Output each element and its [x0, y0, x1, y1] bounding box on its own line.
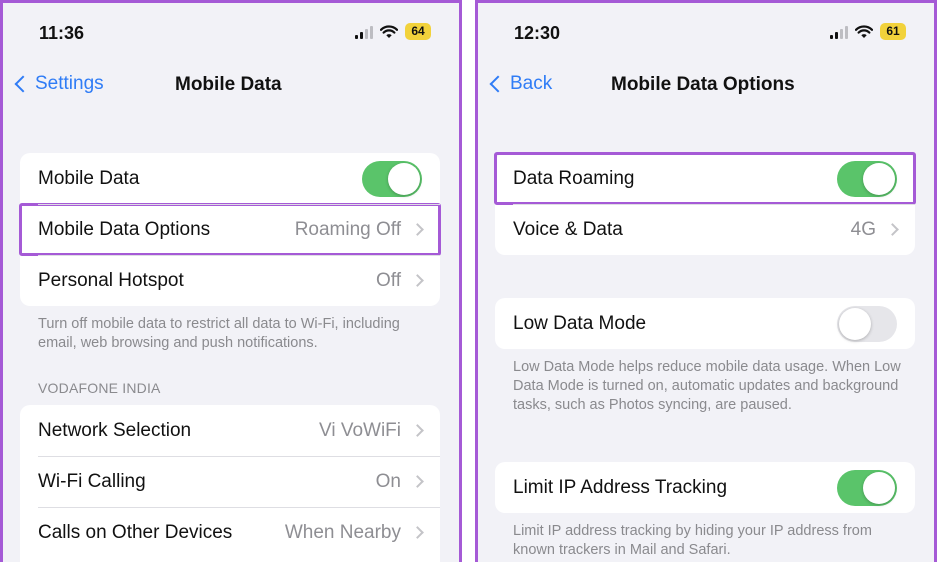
status-icons: 61 — [830, 23, 906, 40]
mobile-data-footnote: Turn off mobile data to restrict all dat… — [38, 316, 400, 351]
calls-other-devices-row[interactable]: Calls on Other Devices When Nearby — [20, 507, 440, 558]
chevron-right-icon — [411, 526, 424, 539]
status-time: 11:36 — [39, 23, 85, 43]
back-label: Back — [510, 73, 553, 94]
signal-icon — [830, 25, 848, 39]
mobile-data-toggle[interactable] — [362, 160, 422, 197]
row-value: Roaming Off — [294, 218, 401, 240]
row-label: Mobile Data — [38, 167, 140, 189]
row-value: Vi VoWiFi — [318, 419, 401, 441]
status-icons: 64 — [355, 23, 431, 40]
row-label: Voice & Data — [513, 218, 623, 240]
battery-icon: 64 — [405, 23, 431, 40]
chevron-right-icon — [411, 274, 424, 287]
row-value: Off — [376, 269, 401, 291]
mobile-data-row: Mobile Data — [20, 153, 440, 204]
low-data-mode-toggle[interactable] — [837, 305, 897, 342]
low-data-footnote: Low Data Mode helps reduce mobile data u… — [513, 359, 901, 413]
row-label: Mobile Data Options — [38, 218, 211, 240]
low-data-mode-row: Low Data Mode — [495, 298, 915, 349]
back-label: Settings — [35, 73, 104, 94]
limit-ip-toggle[interactable] — [837, 469, 897, 506]
wifi-calling-row[interactable]: Wi-Fi Calling On — [20, 456, 440, 507]
roaming-group: Data Roaming Voice & Data 4G — [494, 152, 916, 255]
low-data-group: Low Data Mode — [495, 298, 915, 349]
row-label: Network Selection — [38, 419, 192, 441]
data-roaming-row: Data Roaming — [494, 152, 916, 205]
back-button[interactable]: Settings — [11, 73, 104, 95]
limit-ip-footnote: Limit IP address tracking by hiding your… — [513, 523, 872, 558]
back-button[interactable]: Back — [486, 73, 552, 95]
row-label: Data Roaming — [513, 167, 635, 189]
row-value: 4G — [850, 218, 876, 240]
page-title: Mobile Data Options — [611, 74, 795, 95]
chevron-left-icon — [489, 75, 507, 93]
row-label: Personal Hotspot — [38, 269, 184, 291]
carrier-group: Network Selection Vi VoWiFi Wi-Fi Callin… — [20, 405, 440, 562]
limit-ip-group: Limit IP Address Tracking — [495, 462, 915, 513]
row-label: Wi-Fi Calling — [38, 470, 146, 492]
status-time: 12:30 — [514, 23, 561, 43]
wifi-icon — [380, 24, 398, 38]
data-roaming-toggle[interactable] — [837, 160, 897, 197]
network-selection-row[interactable]: Network Selection Vi VoWiFi — [20, 405, 440, 456]
mobile-data-group: Mobile Data Mobile Data Options Roaming … — [19, 153, 441, 306]
chevron-left-icon — [14, 75, 32, 93]
mobile-data-screen: 11:36 64 Settings Mobile Data Mobile Dat… — [0, 0, 462, 562]
chevron-right-icon — [411, 223, 424, 236]
personal-hotspot-row[interactable]: Personal Hotspot Off — [20, 255, 440, 306]
row-value: When Nearby — [284, 521, 401, 543]
signal-icon — [355, 25, 373, 39]
row-label: Limit IP Address Tracking — [513, 476, 728, 498]
chevron-right-icon — [411, 424, 424, 437]
wifi-icon — [855, 24, 873, 38]
chevron-right-icon — [411, 475, 424, 488]
row-value: On — [375, 470, 401, 492]
chevron-right-icon — [886, 223, 899, 236]
row-label: Calls on Other Devices — [38, 521, 233, 543]
limit-ip-row: Limit IP Address Tracking — [495, 462, 915, 513]
page-title: Mobile Data — [175, 74, 282, 95]
mobile-data-options-screen: 12:30 61 Back Mobile Data Options Data R… — [475, 0, 937, 562]
mobile-data-options-row[interactable]: Mobile Data Options Roaming Off — [19, 203, 441, 256]
voice-data-row[interactable]: Voice & Data 4G — [495, 204, 915, 255]
row-label: Low Data Mode — [513, 312, 647, 334]
carrier-section-header: VODAFONE INDIA — [38, 380, 161, 396]
battery-icon: 61 — [880, 23, 906, 40]
